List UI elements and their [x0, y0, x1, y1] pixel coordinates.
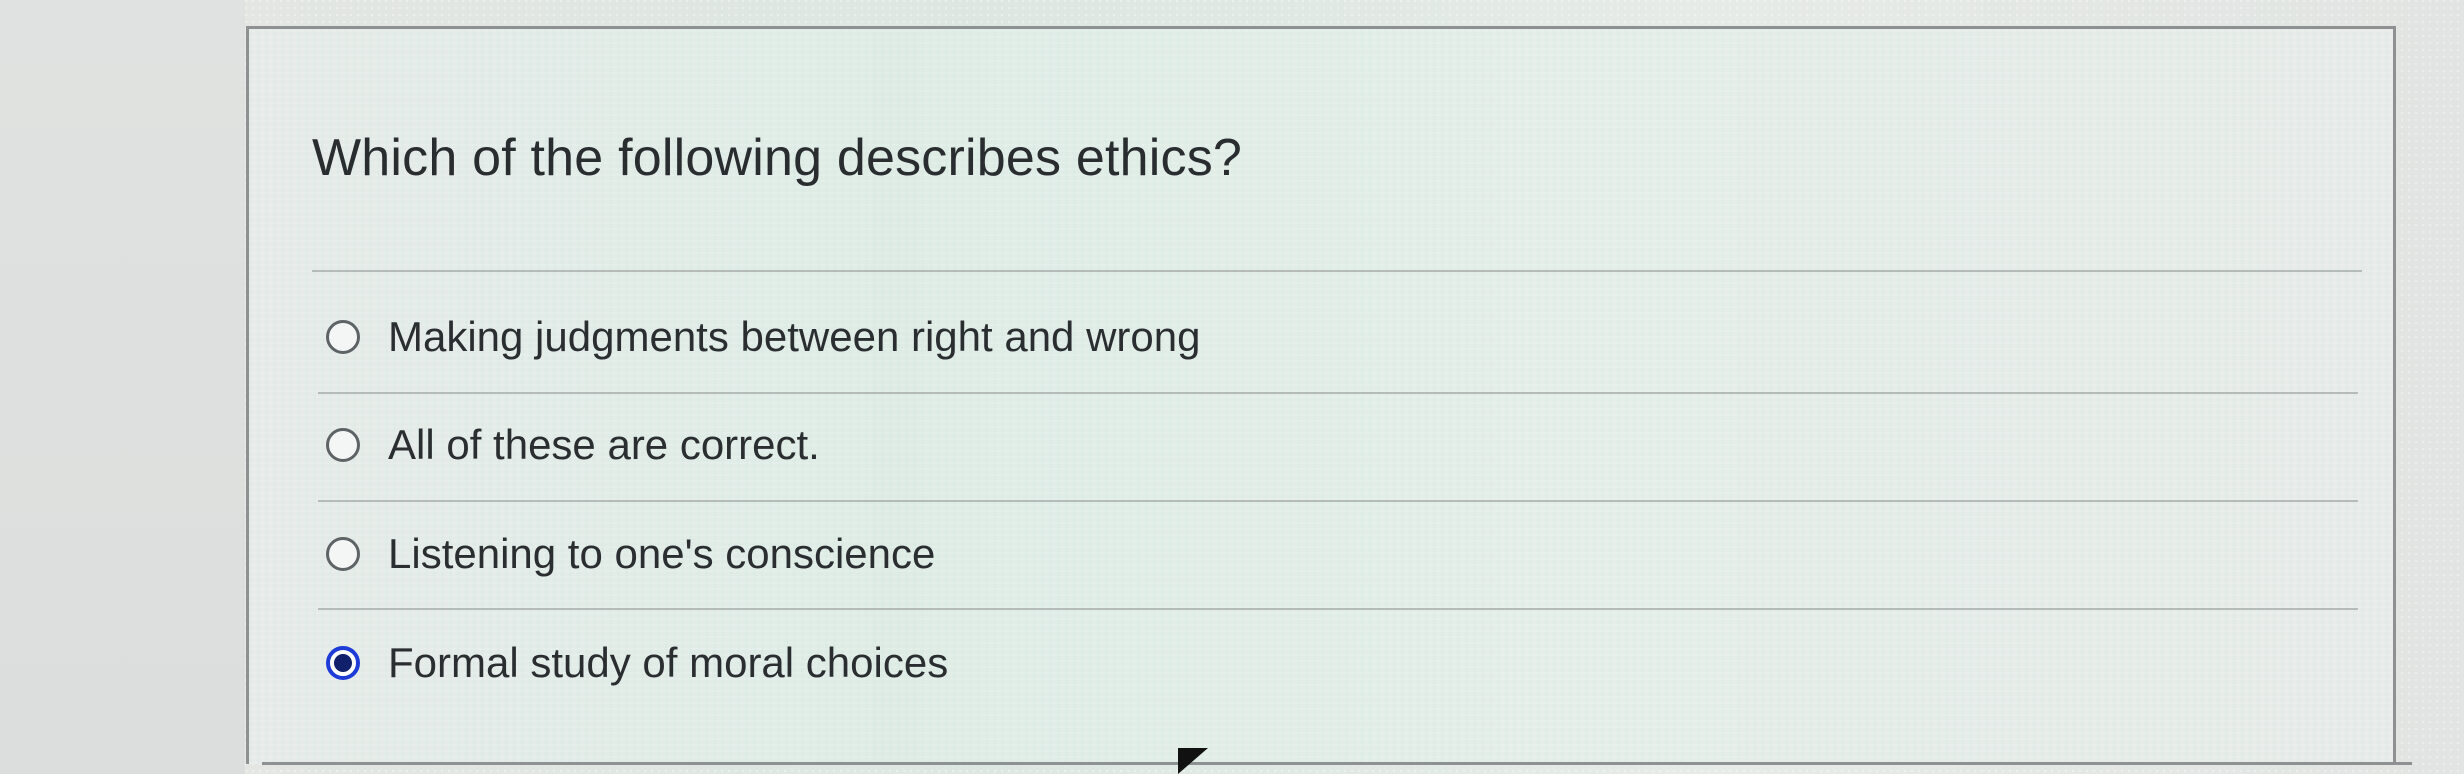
answer-label[interactable]: Listening to one's conscience — [388, 530, 935, 578]
radio-button-unselected-icon[interactable] — [326, 537, 360, 571]
answer-option-2[interactable]: All of these are correct. — [326, 410, 820, 480]
answer-divider — [318, 608, 2358, 610]
answer-label[interactable]: Making judgments between right and wrong — [388, 313, 1200, 361]
radio-button-unselected-icon[interactable] — [326, 428, 360, 462]
card-bottom-border — [262, 762, 2412, 765]
page-margin — [0, 0, 245, 774]
answer-divider — [318, 392, 2358, 394]
answer-option-1[interactable]: Making judgments between right and wrong — [326, 302, 1200, 372]
question-divider — [312, 270, 2362, 272]
answer-label[interactable]: All of these are correct. — [388, 421, 820, 469]
answer-option-4[interactable]: Formal study of moral choices — [326, 628, 948, 698]
answer-divider — [318, 500, 2358, 502]
answer-label[interactable]: Formal study of moral choices — [388, 639, 948, 687]
radio-button-selected-icon[interactable] — [326, 646, 360, 680]
radio-button-unselected-icon[interactable] — [326, 320, 360, 354]
question-text: Which of the following describes ethics? — [312, 129, 1243, 187]
answer-option-3[interactable]: Listening to one's conscience — [326, 519, 935, 589]
mouse-cursor-icon — [1178, 748, 1208, 774]
